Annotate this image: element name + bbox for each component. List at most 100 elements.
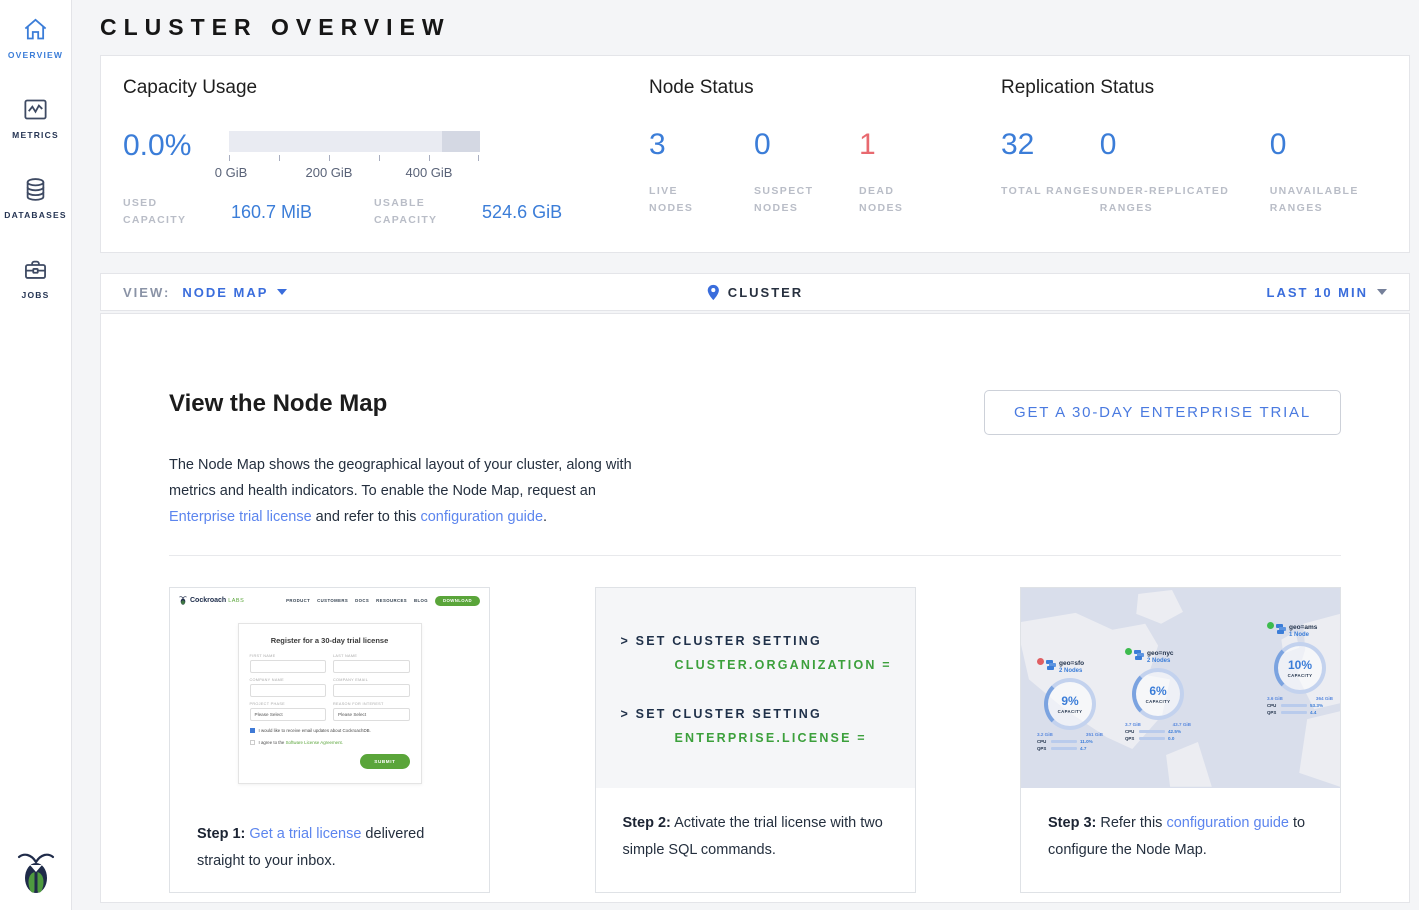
dead-nodes-stat: 1 DEAD NODES (859, 129, 964, 217)
usable-capacity-stat: USABLE CAPACITY 524.6 GiB (374, 195, 562, 229)
step-1-caption: Step 1: Get a trial license delivered st… (170, 799, 489, 875)
description-text: and refer to this (312, 509, 421, 525)
first-name-label: FIRST NAME (250, 654, 327, 658)
capacity-ring: 10% CAPACITY (1274, 642, 1326, 694)
cpu-bar (1051, 740, 1077, 743)
node-map-panel: View the Node Map GET A 30-DAY ENTERPRIS… (100, 313, 1410, 903)
node-status-section: Node Status 3 LIVE NODES 0 SUSPECT NODES… (649, 77, 1001, 252)
brand-suffix: LABS (228, 598, 244, 604)
description-text: The Node Map shows the geographical layo… (169, 457, 632, 499)
configuration-guide-link[interactable]: configuration guide (1166, 815, 1289, 831)
cpu-label: CPU (1037, 739, 1048, 744)
replication-status-section: Replication Status 32 TOTAL RANGES 0 UND… (1001, 77, 1409, 252)
sidebar-item-label: JOBS (22, 290, 50, 300)
location-pin-icon (707, 284, 720, 301)
qps-value: 4.4 (1310, 710, 1316, 715)
unavailable-ranges-stat: 0 UNAVAILABLE RANGES (1270, 129, 1409, 217)
used-capacity-label: USED CAPACITY (123, 195, 201, 229)
capacity-label: CAPACITY (1288, 673, 1313, 678)
qps-label: QPS (1037, 746, 1048, 751)
sidebar-item-databases[interactable]: DATABASES (0, 160, 71, 240)
last-name-field[interactable] (333, 660, 410, 673)
step-text: Refer this (1096, 815, 1166, 831)
under-replicated-ranges-stat: 0 UNDER-REPLICATED RANGES (1100, 129, 1270, 217)
sql-prompt-line: > SET CLUSTER SETTING (621, 634, 915, 648)
view-selector-dropdown[interactable]: NODE MAP (182, 285, 287, 300)
gauge-tick (229, 155, 230, 161)
nav-blog[interactable]: BLOG (414, 598, 428, 603)
qps-label: QPS (1125, 736, 1136, 741)
cpu-value: 42.5% (1168, 729, 1181, 734)
chevron-down-icon (277, 289, 287, 295)
region-node-count: 2 Nodes (1147, 658, 1174, 664)
download-button[interactable]: DOWNLOAD (435, 596, 480, 606)
nav-customers[interactable]: CUSTOMERS (317, 598, 348, 603)
company-name-field[interactable] (250, 684, 327, 697)
time-range-dropdown[interactable]: LAST 10 MIN (1267, 285, 1387, 300)
disk-total: 43.7 GiB (1173, 722, 1191, 727)
disk-used: 3.2 GiB (1037, 732, 1053, 737)
tick-label: 0 GiB (215, 165, 248, 180)
nav-product[interactable]: PRODUCT (286, 598, 310, 603)
usable-capacity-label: USABLE CAPACITY (374, 195, 452, 229)
briefcase-icon (22, 256, 49, 283)
reason-for-interest-select[interactable]: Please Select (333, 708, 410, 721)
sidebar: OVERVIEW METRICS DATABASES JOBS (0, 0, 72, 910)
capacity-percent: 0.0% (123, 131, 229, 181)
first-name-field[interactable] (250, 660, 327, 673)
capacity-ring: 9% CAPACITY (1044, 678, 1096, 730)
enterprise-trial-button[interactable]: GET A 30-DAY ENTERPRISE TRIAL (984, 390, 1341, 435)
page-title-bar: CLUSTER OVERVIEW (100, 0, 1410, 55)
cpu-label: CPU (1125, 729, 1136, 734)
disk-used: 3.7 GiB (1125, 722, 1141, 727)
cluster-summary-panel: Capacity Usage 0.0% 0 GiB 200 (100, 55, 1410, 253)
sidebar-item-metrics[interactable]: METRICS (0, 80, 71, 160)
view-bar: VIEW: NODE MAP CLUSTER LAST 10 MIN (100, 273, 1410, 311)
map-region-nyc: geo=nyc 2 Nodes 6% CAPACITY 3.7 GiB43.7 … (1125, 650, 1191, 741)
cpu-value: 53.3% (1310, 703, 1323, 708)
cpu-bar (1139, 730, 1165, 733)
sidebar-item-label: DATABASES (4, 210, 66, 220)
node-map-preview: geo=sfo 2 Nodes 9% CAPACITY 3.2 GiB351 G… (1021, 588, 1340, 788)
tick-label: 200 GiB (306, 165, 353, 180)
company-email-field[interactable] (333, 684, 410, 697)
license-agreement-checkbox-label: I agree to the Software License Agreemen… (259, 740, 343, 745)
database-icon (22, 176, 49, 203)
project-phase-select[interactable]: Please Select (250, 708, 327, 721)
checkbox-checked-icon[interactable] (250, 728, 255, 733)
checkbox-unchecked-icon[interactable] (250, 740, 255, 745)
step-3-label: Step 3: (1048, 815, 1096, 831)
page-title: CLUSTER OVERVIEW (100, 14, 451, 41)
sql-commands-block: > SET CLUSTER SETTING CLUSTER.ORGANIZATI… (596, 588, 915, 788)
nav-resources[interactable]: RESOURCES (376, 598, 407, 603)
enterprise-trial-license-link[interactable]: Enterprise trial license (169, 509, 312, 525)
nodes-icon (1046, 660, 1056, 669)
region-capacity-percent: 6% (1149, 684, 1166, 698)
capacity-gauge-tick-labels: 0 GiB 200 GiB 400 GiB (229, 165, 480, 181)
sidebar-item-jobs[interactable]: JOBS (0, 240, 71, 320)
get-trial-license-link[interactable]: Get a trial license (249, 826, 361, 842)
sidebar-item-label: OVERVIEW (8, 50, 63, 60)
total-ranges-label: TOTAL RANGES (1001, 183, 1100, 200)
submit-button[interactable]: SUBMIT (360, 754, 409, 769)
capacity-ring: 6% CAPACITY (1132, 668, 1184, 720)
time-range-value: LAST 10 MIN (1267, 285, 1368, 300)
nav-docs[interactable]: DOCS (355, 598, 369, 603)
region-capacity-percent: 10% (1288, 658, 1312, 672)
metrics-chart-icon (22, 96, 49, 123)
region-capacity-percent: 9% (1061, 694, 1078, 708)
configuration-guide-link[interactable]: configuration guide (420, 509, 543, 525)
region-node-count: 1 Node (1289, 632, 1317, 638)
software-license-agreement-link[interactable]: Software License Agreement. (286, 740, 343, 745)
home-icon (22, 16, 49, 43)
sidebar-item-overview[interactable]: OVERVIEW (0, 0, 71, 80)
capacity-usage-section: Capacity Usage 0.0% 0 GiB 200 (123, 77, 649, 252)
view-selector-value: NODE MAP (182, 285, 268, 300)
project-phase-label: PROJECT PHASE (250, 702, 327, 706)
sql-arg-line: ENTERPRISE.LICENSE = (675, 731, 915, 745)
trial-registration-form: Register for a 30-day trial license FIRS… (238, 623, 422, 784)
step-2-card: > SET CLUSTER SETTING CLUSTER.ORGANIZATI… (595, 587, 916, 893)
region-name: geo=sfo (1059, 660, 1084, 667)
email-updates-checkbox-row: I would like to receive email updates ab… (250, 728, 410, 733)
step-3-card: geo=sfo 2 Nodes 9% CAPACITY 3.2 GiB351 G… (1020, 587, 1341, 893)
